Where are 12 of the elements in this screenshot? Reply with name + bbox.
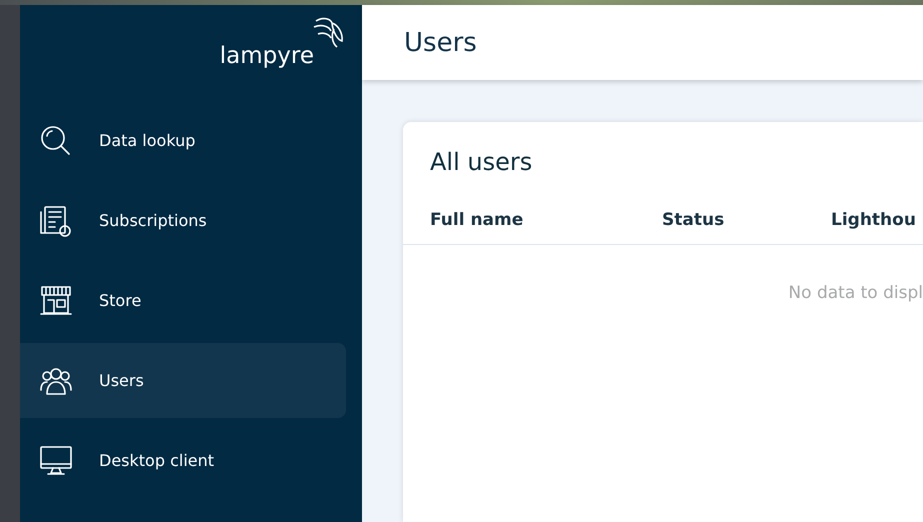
column-header: Status [662, 210, 726, 230]
column-header: Lighthou [831, 210, 917, 230]
logo-text: lampyre [220, 43, 314, 69]
page-title: Users [404, 28, 477, 58]
sidebar-item[interactable]: Store [20, 263, 346, 338]
sidebar-item[interactable]: Desktop client [20, 423, 346, 498]
empty-message: No data to displ [788, 283, 923, 303]
sidebar-item[interactable]: Data lookup [20, 103, 346, 178]
column-header: Full name [430, 210, 524, 230]
sidebar-item[interactable]: Subscriptions [20, 183, 346, 258]
card-title: All users [429, 147, 534, 176]
sidebar-item[interactable]: Users [20, 343, 346, 418]
